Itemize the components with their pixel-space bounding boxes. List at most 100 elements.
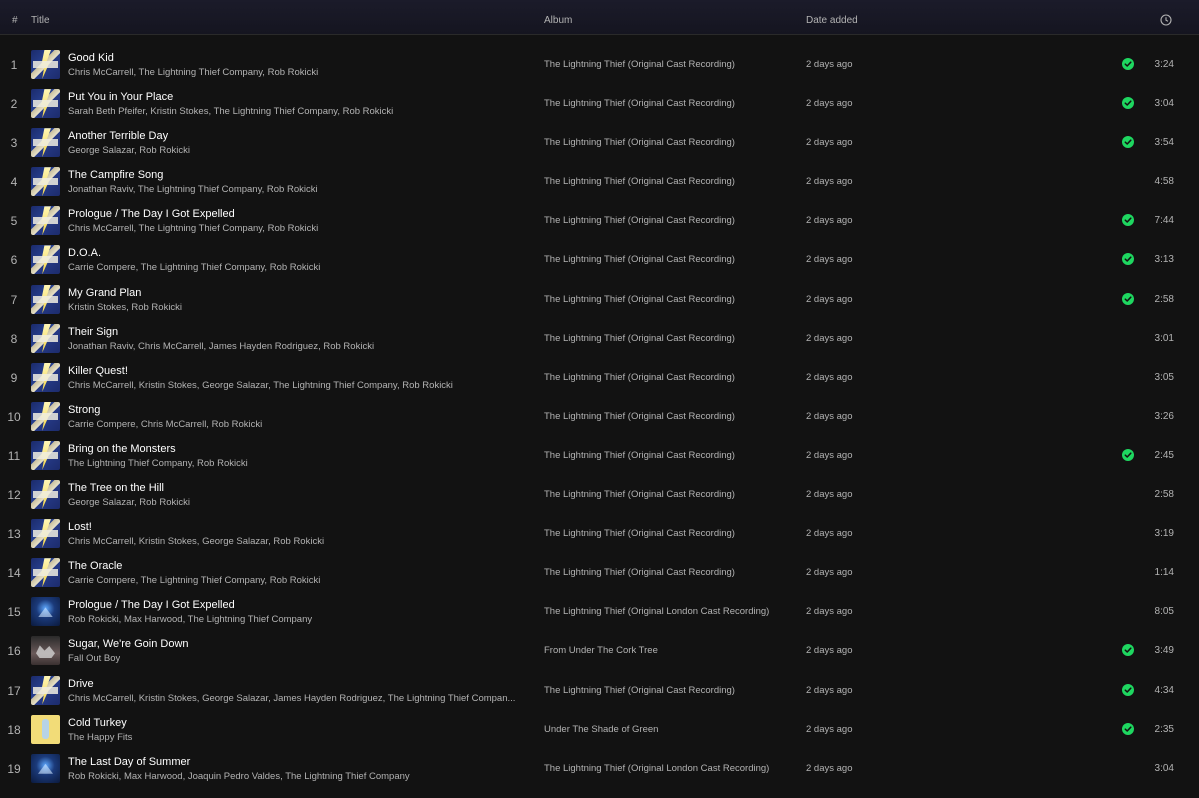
track-artists[interactable]: Jonathan Raviv, The Lightning Thief Comp… bbox=[68, 184, 318, 195]
track-album[interactable]: Under The Shade of Green bbox=[544, 724, 658, 735]
track-album[interactable]: From Under The Cork Tree bbox=[544, 645, 658, 656]
track-title[interactable]: Killer Quest! bbox=[68, 365, 128, 377]
track-album[interactable]: The Lightning Thief (Original Cast Recor… bbox=[544, 176, 735, 187]
track-title[interactable]: The Oracle bbox=[68, 560, 122, 572]
track-album[interactable]: The Lightning Thief (Original Cast Recor… bbox=[544, 59, 735, 70]
track-title[interactable]: The Last Day of Summer bbox=[68, 756, 190, 768]
track-album[interactable]: The Lightning Thief (Original Cast Recor… bbox=[544, 450, 735, 461]
track-row[interactable]: 7 My Grand Plan Kristin Stokes, Rob Roki… bbox=[0, 280, 1199, 319]
saved-check-icon[interactable] bbox=[1122, 58, 1134, 70]
track-title[interactable]: Prologue / The Day I Got Expelled bbox=[68, 208, 235, 220]
track-album[interactable]: The Lightning Thief (Original Cast Recor… bbox=[544, 333, 735, 344]
track-title[interactable]: Cold Turkey bbox=[68, 717, 127, 729]
track-row[interactable]: 11 Bring on the Monsters The Lightning T… bbox=[0, 436, 1199, 475]
track-title[interactable]: The Campfire Song bbox=[68, 169, 163, 181]
clock-icon[interactable] bbox=[1160, 14, 1172, 26]
track-title[interactable]: My Grand Plan bbox=[68, 287, 141, 299]
track-album[interactable]: The Lightning Thief (Original Cast Recor… bbox=[544, 489, 735, 500]
track-artists[interactable]: Rob Rokicki, Max Harwood, The Lightning … bbox=[68, 614, 312, 625]
track-album[interactable]: The Lightning Thief (Original Cast Recor… bbox=[544, 528, 735, 539]
track-number: 6 bbox=[10, 253, 18, 268]
track-row[interactable]: 18 Cold Turkey The Happy Fits Under The … bbox=[0, 710, 1199, 749]
track-title[interactable]: Sugar, We're Goin Down bbox=[68, 638, 189, 650]
track-artists[interactable]: Sarah Beth Pfeifer, Kristin Stokes, The … bbox=[68, 106, 393, 117]
saved-check-icon[interactable] bbox=[1122, 253, 1134, 266]
track-row[interactable]: 12 The Tree on the Hill George Salazar, … bbox=[0, 475, 1199, 514]
saved-check-icon[interactable] bbox=[1122, 214, 1134, 227]
track-artists[interactable]: Chris McCarrell, Kristin Stokes, George … bbox=[68, 693, 515, 704]
column-header-number[interactable]: # bbox=[12, 15, 18, 26]
track-title[interactable]: D.O.A. bbox=[68, 247, 101, 259]
track-row[interactable]: 13 Lost! Chris McCarrell, Kristin Stokes… bbox=[0, 514, 1199, 553]
saved-check-icon[interactable] bbox=[1122, 136, 1134, 149]
track-date-added: 2 days ago bbox=[806, 137, 853, 149]
track-artists[interactable]: Carrie Compere, The Lightning Thief Comp… bbox=[68, 575, 320, 586]
column-header-title[interactable]: Title bbox=[31, 15, 50, 26]
track-album[interactable]: The Lightning Thief (Original Cast Recor… bbox=[544, 685, 735, 696]
track-album[interactable]: The Lightning Thief (Original Cast Recor… bbox=[544, 254, 735, 265]
album-art bbox=[31, 284, 60, 314]
saved-check-icon[interactable] bbox=[1122, 97, 1134, 110]
track-row[interactable]: 1 Good Kid Chris McCarrell, The Lightnin… bbox=[0, 45, 1199, 84]
track-album[interactable]: The Lightning Thief (Original Cast Recor… bbox=[544, 98, 735, 109]
track-row[interactable]: 15 Prologue / The Day I Got Expelled Rob… bbox=[0, 592, 1199, 631]
track-title[interactable]: Lost! bbox=[68, 521, 92, 533]
track-title[interactable]: Put You in Your Place bbox=[68, 91, 173, 103]
track-artists[interactable]: Fall Out Boy bbox=[68, 653, 120, 664]
column-header-album[interactable]: Album bbox=[544, 15, 572, 26]
track-row[interactable]: 4 The Campfire Song Jonathan Raviv, The … bbox=[0, 162, 1199, 201]
track-row[interactable]: 14 The Oracle Carrie Compere, The Lightn… bbox=[0, 553, 1199, 592]
track-row[interactable]: 2 Put You in Your Place Sarah Beth Pfeif… bbox=[0, 84, 1199, 123]
saved-check-icon[interactable] bbox=[1122, 644, 1134, 657]
track-album[interactable]: The Lightning Thief (Original Cast Recor… bbox=[544, 372, 735, 383]
track-date-added: 2 days ago bbox=[806, 59, 853, 70]
track-row[interactable]: 9 Killer Quest! Chris McCarrell, Kristin… bbox=[0, 358, 1199, 397]
track-title[interactable]: The Tree on the Hill bbox=[68, 482, 164, 494]
saved-check-icon[interactable] bbox=[1122, 722, 1134, 735]
track-title[interactable]: Prologue / The Day I Got Expelled bbox=[68, 599, 235, 611]
track-date-added: 2 days ago bbox=[806, 489, 853, 501]
track-album[interactable]: The Lightning Thief (Original Cast Recor… bbox=[544, 294, 735, 305]
track-title[interactable]: Another Terrible Day bbox=[68, 130, 168, 142]
track-album[interactable]: The Lightning Thief (Original Cast Recor… bbox=[544, 567, 735, 578]
track-artists[interactable]: Chris McCarrell, The Lightning Thief Com… bbox=[68, 67, 318, 78]
track-row[interactable]: 10 Strong Carrie Compere, Chris McCarrel… bbox=[0, 397, 1199, 436]
track-artists[interactable]: Chris McCarrell, Kristin Stokes, George … bbox=[68, 536, 324, 547]
album-art bbox=[31, 89, 60, 119]
track-row[interactable]: 8 Their Sign Jonathan Raviv, Chris McCar… bbox=[0, 319, 1199, 358]
track-title[interactable]: Their Sign bbox=[68, 326, 118, 338]
track-row[interactable]: 16 Sugar, We're Goin Down Fall Out Boy F… bbox=[0, 631, 1199, 670]
track-row[interactable]: 3 Another Terrible Day George Salazar, R… bbox=[0, 123, 1199, 162]
track-title[interactable]: Drive bbox=[68, 678, 94, 690]
saved-check-icon[interactable] bbox=[1122, 448, 1134, 461]
album-art bbox=[31, 597, 60, 627]
track-album[interactable]: The Lightning Thief (Original London Cas… bbox=[544, 606, 769, 617]
saved-check-icon[interactable] bbox=[1122, 292, 1134, 305]
track-row[interactable]: 6 D.O.A. Carrie Compere, The Lightning T… bbox=[0, 240, 1199, 279]
track-artists[interactable]: Rob Rokicki, Max Harwood, Joaquin Pedro … bbox=[68, 771, 410, 782]
track-album[interactable]: The Lightning Thief (Original Cast Recor… bbox=[544, 215, 735, 226]
track-artists[interactable]: The Happy Fits bbox=[68, 732, 132, 743]
track-artists[interactable]: Jonathan Raviv, Chris McCarrell, James H… bbox=[68, 341, 374, 352]
track-artists[interactable]: Chris McCarrell, The Lightning Thief Com… bbox=[68, 223, 318, 234]
track-artists[interactable]: Carrie Compere, Chris McCarrell, Rob Rok… bbox=[68, 419, 262, 430]
track-duration: 3:26 bbox=[1154, 410, 1174, 422]
track-artists[interactable]: Kristin Stokes, Rob Rokicki bbox=[68, 302, 182, 313]
track-row[interactable]: 17 Drive Chris McCarrell, Kristin Stokes… bbox=[0, 671, 1199, 710]
track-title[interactable]: Bring on the Monsters bbox=[68, 443, 176, 455]
track-title[interactable]: Strong bbox=[68, 404, 100, 416]
track-album[interactable]: The Lightning Thief (Original Cast Recor… bbox=[544, 137, 735, 148]
track-artists[interactable]: George Salazar, Rob Rokicki bbox=[68, 145, 190, 156]
track-artists[interactable]: The Lightning Thief Company, Rob Rokicki bbox=[68, 458, 248, 469]
column-header-date-added[interactable]: Date added bbox=[806, 15, 858, 26]
saved-check-icon[interactable] bbox=[1122, 683, 1134, 696]
track-row[interactable]: 19 The Last Day of Summer Rob Rokicki, M… bbox=[0, 749, 1199, 788]
track-album[interactable]: The Lightning Thief (Original London Cas… bbox=[544, 763, 769, 774]
track-row[interactable]: 5 Prologue / The Day I Got Expelled Chri… bbox=[0, 201, 1199, 240]
track-album[interactable]: The Lightning Thief (Original Cast Recor… bbox=[544, 411, 735, 422]
track-title[interactable]: Good Kid bbox=[68, 52, 114, 64]
track-artists[interactable]: George Salazar, Rob Rokicki bbox=[68, 497, 190, 508]
track-number: 15 bbox=[7, 605, 21, 620]
track-artists[interactable]: Chris McCarrell, Kristin Stokes, George … bbox=[68, 380, 453, 391]
track-artists[interactable]: Carrie Compere, The Lightning Thief Comp… bbox=[68, 262, 320, 273]
